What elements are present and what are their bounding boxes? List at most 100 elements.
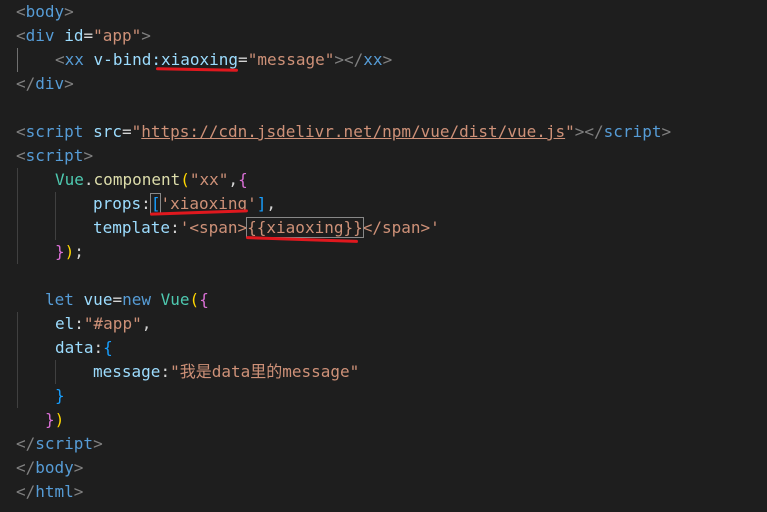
tag-name: body (25, 2, 65, 21)
code-line: el:"#app", (55, 312, 151, 336)
script-src-link[interactable]: https://cdn.jsdelivr.net/npm/vue/dist/vu… (141, 122, 565, 141)
tag-bracket: </ (16, 74, 36, 93)
tag-bracket: > (93, 434, 103, 453)
indent-guide (17, 312, 18, 408)
tag-bracket: < (16, 146, 26, 165)
attribute-name: src (93, 122, 122, 141)
code-line: <script src="https://cdn.jsdelivr.net/np… (16, 120, 671, 144)
indent-guide (55, 192, 56, 240)
code-line: } (55, 384, 65, 408)
string-literal: "xx" (189, 170, 229, 189)
tag-bracket: ></ (334, 50, 364, 69)
punctuation: , (266, 194, 277, 213)
quote: " (565, 122, 575, 141)
tag-bracket: > (73, 458, 84, 477)
tag-name: script (603, 122, 662, 141)
punctuation: . (83, 170, 94, 189)
indent-guide (17, 48, 18, 72)
code-line: </body> (16, 456, 83, 480)
operator: = (121, 122, 132, 141)
string-literal: '<span> (179, 218, 248, 237)
property-key: message (93, 362, 161, 381)
property-key: props (93, 194, 142, 213)
paren: ) (54, 410, 65, 429)
tag-name: script (25, 122, 84, 141)
keyword: let (45, 290, 74, 309)
paren: ( (180, 170, 190, 189)
tag-bracket: > (382, 50, 393, 69)
code-line: <script> (16, 144, 93, 168)
tag-bracket: > (141, 26, 151, 45)
variable: vue (83, 290, 113, 309)
tag-name: script (35, 434, 94, 453)
punctuation: , (228, 170, 239, 189)
code-line: }); (55, 240, 84, 264)
tag-name: xx (363, 50, 383, 69)
punctuation: , (141, 314, 152, 333)
attribute-value: "message" (247, 50, 335, 69)
tag-bracket: > (83, 146, 94, 165)
array-bracket: [ (149, 193, 162, 214)
code-line: </html> (16, 480, 83, 504)
identifier: Vue (55, 170, 84, 189)
punctuation: ; (74, 242, 84, 261)
code-line: }) (45, 408, 64, 432)
code-line: <body> (16, 0, 74, 24)
property-key: template (93, 218, 171, 237)
string-literal: "我是data里的message" (170, 362, 360, 381)
attribute-name: id (64, 26, 84, 45)
brace: } (55, 386, 65, 405)
tag-bracket: > (64, 74, 74, 93)
class-name: Vue (160, 290, 190, 309)
operator: = (83, 26, 94, 45)
punctuation: : (93, 338, 104, 357)
tag-bracket: < (16, 122, 26, 141)
brace: { (238, 170, 248, 189)
paren: ( (189, 290, 200, 309)
attribute-name: v-bind:xiaoxing (93, 50, 239, 69)
tag-bracket: > (661, 122, 672, 141)
keyword: new (122, 290, 151, 309)
code-line: message:"我是data里的message" (93, 360, 359, 384)
tag-name: script (25, 146, 84, 165)
string-literal: </span>' (362, 218, 440, 237)
array-bracket: ] (256, 194, 267, 213)
indent-guide (17, 168, 18, 264)
tag-bracket: </ (16, 482, 36, 501)
tag-name: html (35, 482, 74, 501)
indent-guide (55, 360, 56, 384)
property-key: data (55, 338, 94, 357)
brace: { (103, 338, 113, 357)
operator: = (238, 50, 248, 69)
tag-bracket: < (16, 26, 26, 45)
code-line: </div> (16, 72, 74, 96)
tag-bracket: < (55, 50, 65, 69)
punctuation: : (141, 194, 151, 213)
property-key: el (55, 314, 75, 333)
operator: = (112, 290, 123, 309)
code-line: let vue=new Vue({ (45, 288, 209, 312)
code-line: Vue.component("xx",{ (55, 168, 248, 192)
punctuation: : (74, 314, 84, 333)
brace: } (45, 410, 55, 429)
function-name: component (93, 170, 181, 189)
code-line: <div id="app"> (16, 24, 151, 48)
quote: " (131, 122, 142, 141)
punctuation: : (160, 362, 171, 381)
tag-bracket: > (64, 2, 74, 21)
tag-bracket: > (73, 482, 84, 501)
tag-bracket: < (16, 2, 26, 21)
tag-name: div (25, 26, 55, 45)
tag-name: xx (64, 50, 84, 69)
code-line: </script> (16, 432, 103, 456)
code-editor[interactable]: <body> <div id="app"> <xx v-bind:xiaoxin… (0, 0, 767, 512)
tag-bracket: </ (16, 458, 36, 477)
brace: } (55, 242, 65, 261)
brace: { (199, 290, 209, 309)
tag-name: body (35, 458, 74, 477)
tag-bracket: </ (16, 434, 36, 453)
attribute-value: "app" (93, 26, 142, 45)
string-literal: "#app" (83, 314, 142, 333)
template-mustache: {{xiaoxing}} (246, 217, 364, 238)
paren: ) (64, 242, 75, 261)
